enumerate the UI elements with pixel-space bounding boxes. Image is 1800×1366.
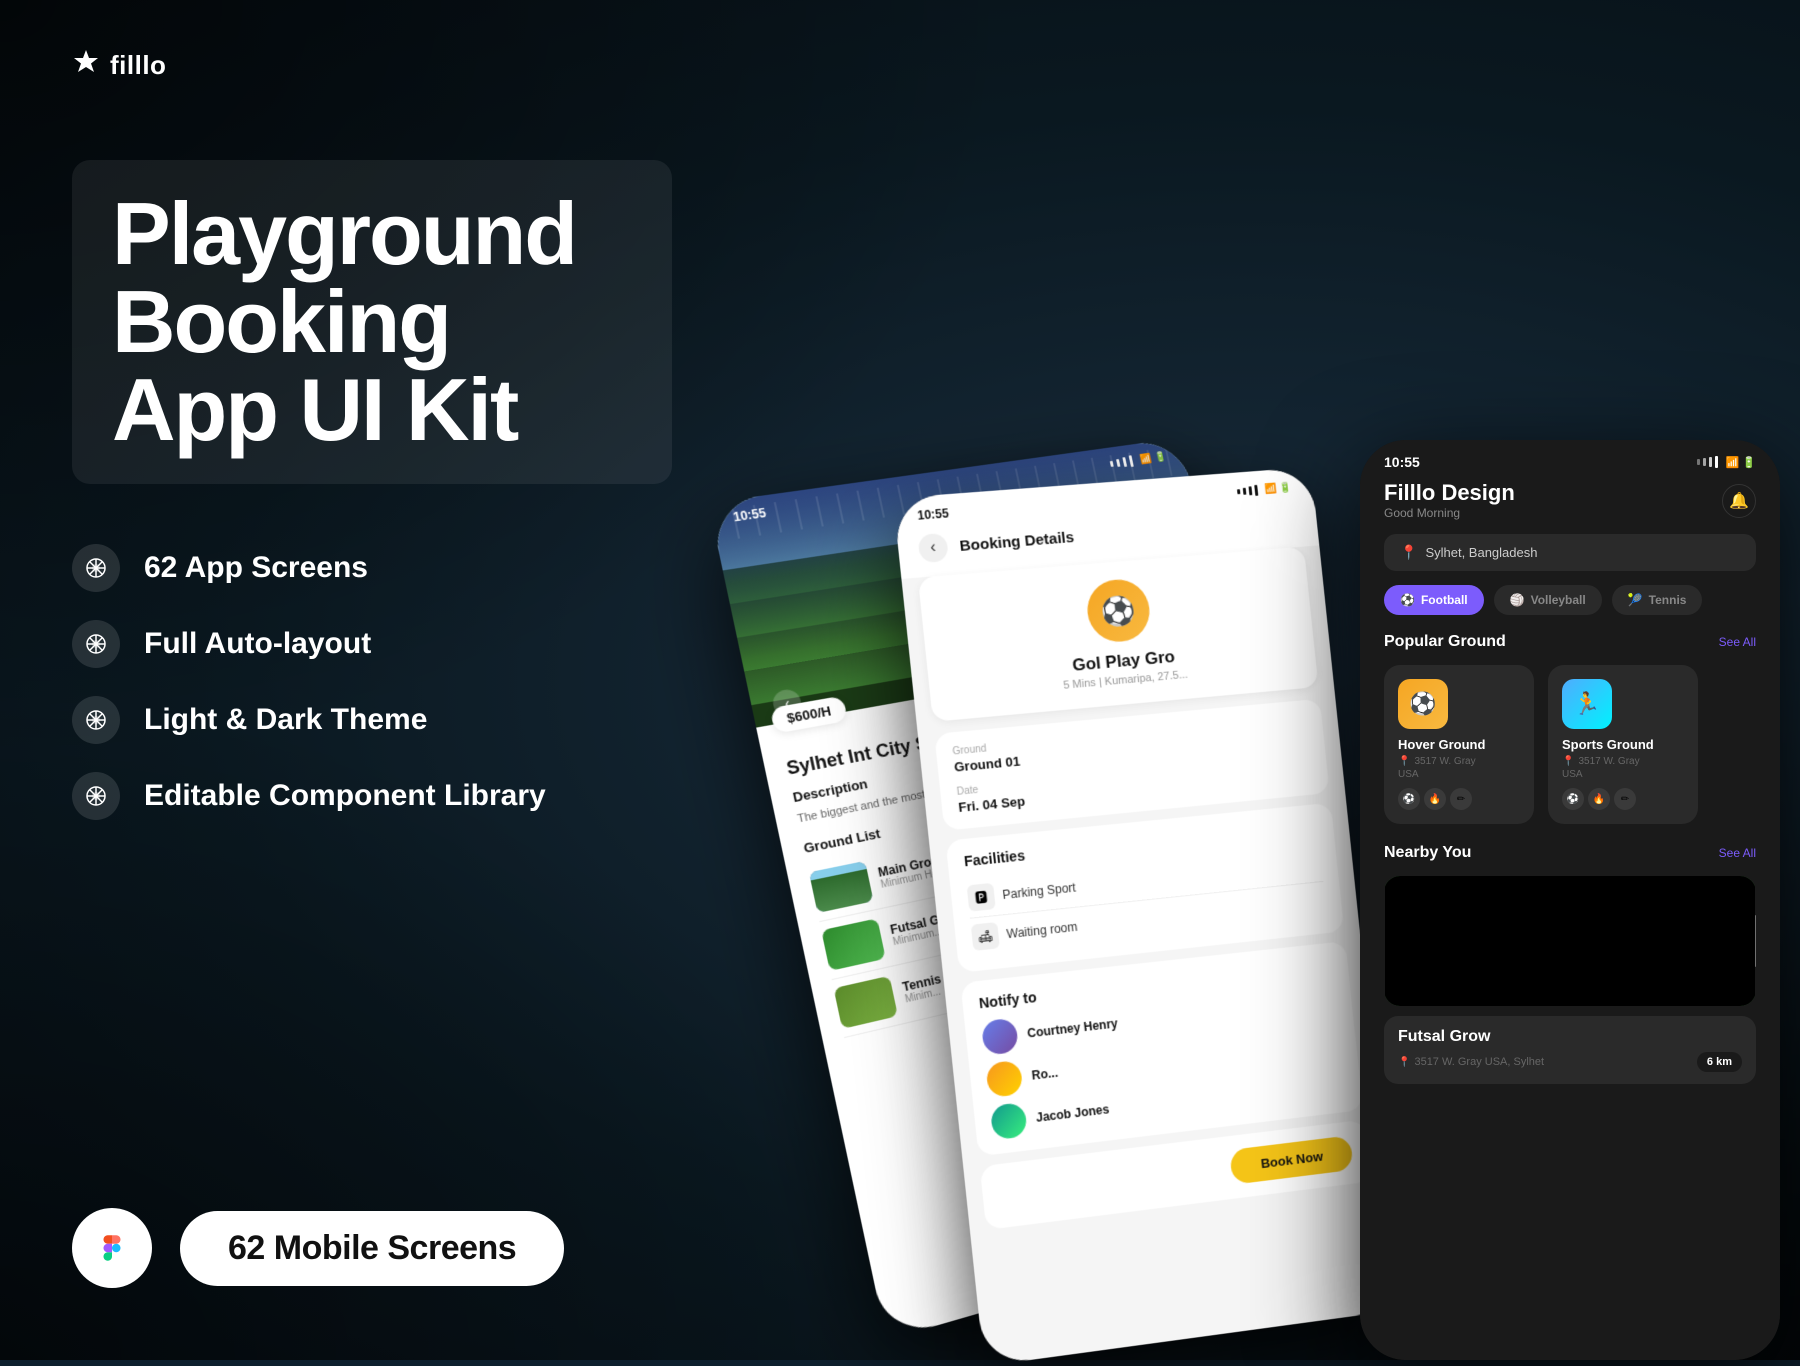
facility-icon-2: 🛋: [971, 922, 1000, 951]
ground-addr-2: 📍 3517 W. Gray: [1562, 756, 1684, 767]
features-list: 62 App Screens Full Auto-layout: [72, 544, 672, 820]
football-icon: ⚽: [1400, 593, 1415, 607]
feature-icon-1: [72, 544, 120, 592]
volleyball-icon: 🏐: [1510, 593, 1525, 607]
feature-icon-3: [72, 696, 120, 744]
notify-avatar-3: [990, 1102, 1028, 1140]
title-line1: Playground Booking: [112, 190, 624, 366]
sport-icon-edit-2: ✏: [1614, 788, 1636, 810]
nearby-address: 3517 W. Gray USA, Sylhet: [1414, 1056, 1544, 1068]
sport-icon-football-1: ⚽: [1398, 788, 1420, 810]
feature-item-2: Full Auto-layout: [72, 620, 672, 668]
sport-icon-fire-1: 🔥: [1424, 788, 1446, 810]
feature-item-4: Editable Component Library: [72, 772, 672, 820]
sports-chips: ⚽ Football 🏐 Volleyball 🎾 Tennis: [1360, 585, 1780, 615]
ground-logo-1: ⚽: [1398, 679, 1448, 729]
nearby-card: Futsal Grow 📍 3517 W. Gray USA, Sylhet 6…: [1384, 1016, 1756, 1084]
ground-thumb-2: [821, 918, 886, 971]
title-line2: App UI Kit: [112, 366, 624, 454]
sport-icon-edit-1: ✏: [1450, 788, 1472, 810]
nearby-field-image: [1384, 876, 1756, 1006]
grounds-row: ⚽ Hover Ground 📍 3517 W. Gray USA ⚽ 🔥 ✏: [1360, 665, 1780, 824]
facility-label-1: Parking Sport: [1002, 880, 1077, 902]
location-bar[interactable]: 📍 Sylhet, Bangladesh: [1384, 534, 1756, 571]
feature-item-3: Light & Dark Theme: [72, 696, 672, 744]
notify-name-3: Jacob Jones: [1035, 1102, 1109, 1125]
feature-label-1: 62 App Screens: [144, 551, 368, 585]
ground-logo-2: 🏃: [1562, 679, 1612, 729]
book-button[interactable]: Book Now: [1230, 1135, 1354, 1184]
phone-mid-venue-logo: ⚽: [1084, 577, 1152, 644]
chip-tennis[interactable]: 🎾 Tennis: [1612, 585, 1703, 615]
nearby-addr-row: 📍 3517 W. Gray USA, Sylhet: [1398, 1056, 1544, 1068]
bottom-bar: 62 Mobile Screens: [72, 1208, 564, 1288]
notify-name-2: Ro...: [1031, 1066, 1059, 1083]
ground-card-1[interactable]: ⚽ Hover Ground 📍 3517 W. Gray USA ⚽ 🔥 ✏: [1384, 665, 1534, 824]
nearby-name: Futsal Grow: [1398, 1028, 1742, 1046]
title-box: Playground Booking App UI Kit: [72, 160, 672, 484]
notify-avatar-2: [985, 1060, 1023, 1098]
ground-name-front-2: Sports Ground: [1562, 737, 1684, 752]
logo-area: filllo: [72, 48, 166, 82]
phone-mid-back-btn[interactable]: ‹: [917, 533, 949, 563]
phone-front-screen: 10:55 📶 🔋 Filllo Design Good Morning 🔔: [1360, 440, 1780, 1360]
sport-icon-fire-2: 🔥: [1588, 788, 1610, 810]
phone-front-time: 10:55: [1384, 454, 1420, 470]
phone-front: 10:55 📶 🔋 Filllo Design Good Morning 🔔: [1360, 440, 1780, 1360]
feature-label-3: Light & Dark Theme: [144, 703, 427, 737]
logo-icon: [72, 48, 100, 82]
ground-sports-1: ⚽ 🔥 ✏: [1398, 788, 1520, 810]
ground-name-front-1: Hover Ground: [1398, 737, 1520, 752]
phone-mid-time: 10:55: [917, 506, 950, 522]
nearby-section-header: Nearby You See All: [1384, 844, 1756, 862]
ground-thumb-3: [833, 975, 897, 1028]
screens-badge: 62 Mobile Screens: [180, 1211, 564, 1286]
figma-button[interactable]: [72, 1208, 152, 1288]
facility-icon-1: 🅿: [967, 883, 996, 912]
see-all-popular[interactable]: See All: [1719, 635, 1756, 649]
feature-item-1: 62 App Screens: [72, 544, 672, 592]
location-icon: 📍: [1400, 544, 1417, 561]
nearby-distance: 6 km: [1697, 1052, 1742, 1072]
popular-title: Popular Ground: [1384, 633, 1506, 651]
phone-mid-header-title: Booking Details: [959, 528, 1075, 554]
chip-football[interactable]: ⚽ Football: [1384, 585, 1484, 615]
left-panel: Playground Booking App UI Kit 62 App Scr…: [72, 160, 672, 820]
ground-sports-2: ⚽ 🔥 ✏: [1562, 788, 1684, 810]
notify-name-1: Courtney Henry: [1027, 1016, 1119, 1040]
phone-front-app-name: Filllo Design: [1384, 480, 1515, 506]
feature-icon-2: [72, 620, 120, 668]
notification-bell[interactable]: 🔔: [1722, 484, 1756, 518]
chip-volleyball[interactable]: 🏐 Volleyball: [1494, 585, 1602, 615]
popular-section-header: Popular Ground See All: [1360, 633, 1780, 651]
sport-icon-football-2: ⚽: [1562, 788, 1584, 810]
ground-card-2[interactable]: 🏃 Sports Ground 📍 3517 W. Gray USA ⚽ 🔥 ✏: [1548, 665, 1698, 824]
ground-addr-1: 📍 3517 W. Gray: [1398, 756, 1520, 767]
feature-label-4: Editable Component Library: [144, 779, 546, 813]
nearby-title: Nearby You: [1384, 844, 1471, 862]
feature-label-2: Full Auto-layout: [144, 627, 371, 661]
phone-back-time: 10:55: [732, 506, 767, 525]
feature-icon-4: [72, 772, 120, 820]
notify-avatar-1: [981, 1018, 1019, 1056]
nearby-pin-icon: 📍: [1398, 1057, 1410, 1068]
nearby-section: Nearby You See All: [1360, 844, 1780, 1084]
phones-container: 10:55 📶 🔋 ‹ Tournament Detail: [740, 80, 1800, 1360]
see-all-nearby[interactable]: See All: [1719, 846, 1756, 860]
tennis-icon: 🎾: [1628, 593, 1643, 607]
nearby-bottom: 📍 3517 W. Gray USA, Sylhet 6 km: [1398, 1052, 1742, 1072]
ground-thumb-1: [809, 860, 874, 912]
phone-front-greeting: Good Morning: [1384, 506, 1515, 520]
facility-label-2: Waiting room: [1006, 920, 1078, 942]
logo-text: filllo: [110, 50, 166, 81]
location-text: Sylhet, Bangladesh: [1425, 545, 1537, 560]
